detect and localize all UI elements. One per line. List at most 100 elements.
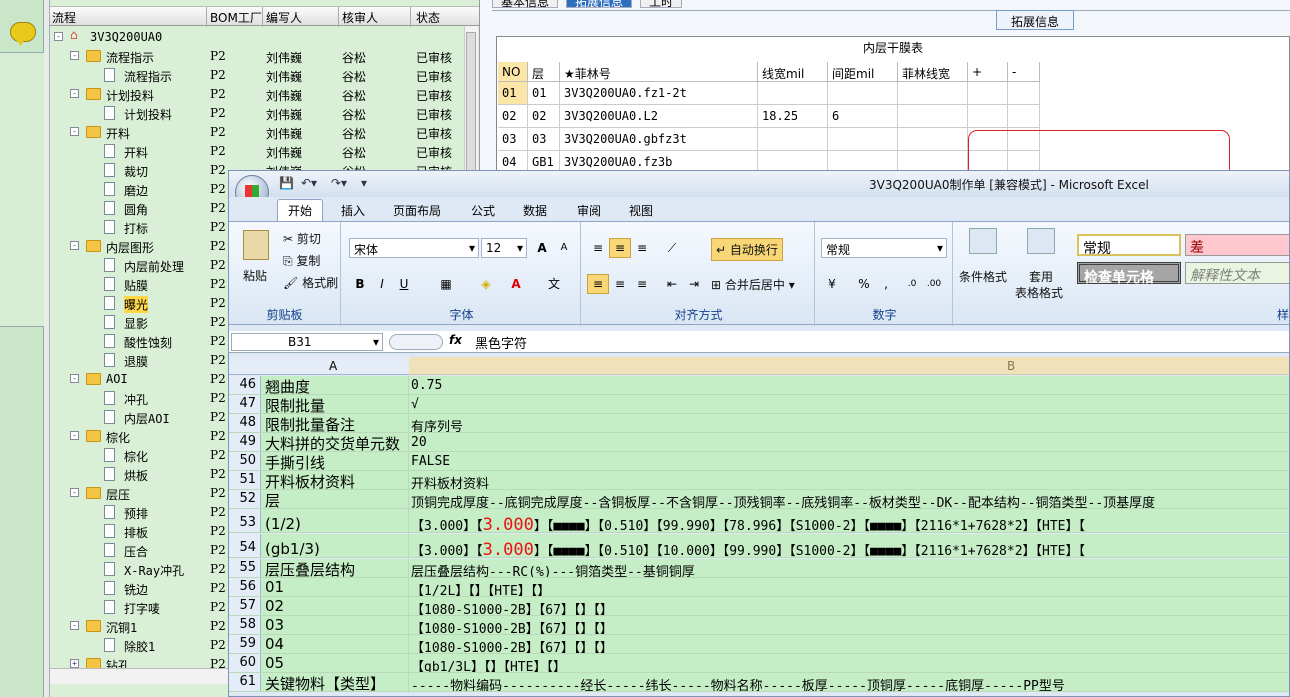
fill-color-icon[interactable]: ◈ [475,274,497,294]
tree-node-label[interactable]: 流程指示 [124,68,172,85]
cell-a[interactable]: 关键物料【类型】 [263,673,409,691]
align-right-icon[interactable]: ≡ [631,274,653,294]
dry-film-column-header[interactable]: 层 [528,62,560,82]
tree-node-label[interactable]: 磨边 [124,182,148,199]
dry-film-cell[interactable] [758,82,828,105]
row-header[interactable]: 60 [229,654,261,672]
tree-node-label[interactable]: 退膜 [124,353,148,370]
cell-b[interactable]: 【1080-S1000-2B】【67】【】【】 [411,616,613,634]
tree-node-label[interactable]: 裁切 [124,163,148,180]
dry-film-column-header[interactable]: 菲林线宽 [898,62,968,82]
header-writer[interactable]: 编写人 [266,9,302,26]
extended-info-group-button[interactable]: 拓展信息 [996,10,1074,30]
dry-film-column-header[interactable]: ★菲林号 [560,62,758,82]
phonetic-icon[interactable]: 文 [543,274,565,294]
comma-icon[interactable]: , [875,274,897,294]
ribbon-tab-data[interactable]: 数据 [523,202,547,219]
formula-input[interactable]: 黑色字符 [475,333,527,352]
orientation-icon[interactable]: ⟋ [661,238,683,258]
row-header[interactable]: 56 [229,578,261,596]
cell-a[interactable]: 04 [263,635,409,653]
redo-icon[interactable]: ↷▾ [331,176,347,190]
cell-b[interactable]: -----物料编码----------经长-----纬长-----物料名称---… [411,673,1065,691]
ribbon-tab-page-layout[interactable]: 页面布局 [393,202,441,219]
dry-film-cell[interactable]: 02 [498,105,528,128]
cell-a[interactable]: 大料拼的交货单元数 [263,433,409,451]
customize-qat-icon[interactable]: ▾ [361,176,367,190]
row-header[interactable]: 49 [229,433,261,451]
cell-a[interactable]: 层压叠层结构 [263,559,409,577]
tree-node-label[interactable]: 铣边 [124,581,148,598]
tree-node-label[interactable]: 酸性蚀刻 [124,334,172,351]
save-icon[interactable]: 💾 [279,176,294,190]
dry-film-cell[interactable] [828,128,898,151]
paste-icon[interactable] [243,230,269,260]
tree-row[interactable]: - 开料 P2 刘伟巍 谷松 已审核 [50,123,462,142]
cell-b[interactable]: 【3.000】【3.000】【■■■■】【0.510】【10.000】【99.9… [411,534,1085,557]
tree-node-label[interactable]: 计划投料 [124,106,172,123]
row-header[interactable]: 54 [229,534,261,557]
row-header[interactable]: 48 [229,414,261,432]
row-header[interactable]: 47 [229,395,261,413]
font-color-icon[interactable]: A [505,274,527,294]
style-bad[interactable]: 差 [1185,234,1289,256]
format-painter-button[interactable]: 🖌 格式刷 [283,274,338,291]
header-checker[interactable]: 核审人 [342,9,378,26]
tree-node-label[interactable]: 棕化 [106,429,130,446]
cell-a[interactable]: 02 [263,597,409,615]
dry-film-cell[interactable]: 6 [828,105,898,128]
tree-node-label[interactable]: 显影 [124,315,148,332]
cell-a[interactable]: (gb1/3) [263,534,409,557]
merge-center-button[interactable]: ⊞ 合并后居中 ▾ [711,276,795,293]
tree-node-label[interactable]: 沉铜1 [106,619,137,636]
cell-a[interactable]: 手撕引线 [263,452,409,470]
cell-a[interactable]: 03 [263,616,409,634]
tab-basic-info[interactable]: 基本信息 [492,0,559,9]
increase-decimal-icon[interactable]: .0 [901,274,923,294]
dry-film-column-header[interactable]: NO [498,62,528,82]
cell-b[interactable]: 【gb1/3L】【】【HTE】【】 [411,654,566,672]
tree-node-label[interactable]: 3V3Q200UA0 [90,30,162,44]
ribbon-tab-review[interactable]: 审阅 [577,202,601,219]
tree-node-label[interactable]: 计划投料 [106,87,154,104]
font-size-select[interactable]: 12 ▾ [481,238,527,258]
tree-node-label[interactable]: 棕化 [124,448,148,465]
style-explanatory[interactable]: 解释性文本 [1185,262,1289,284]
percent-icon[interactable]: % [853,274,875,294]
tab-extended-info[interactable]: 拓展信息 [566,0,633,9]
column-a-header[interactable]: A [329,359,337,373]
tree-node-label[interactable]: 内层图形 [106,239,154,256]
style-normal[interactable]: 常规 [1077,234,1181,257]
cell-b[interactable]: 20 [411,433,427,450]
dry-film-column-header[interactable]: - [1008,62,1040,82]
paste-button[interactable]: 粘贴 [243,267,267,284]
dry-film-cell[interactable]: 3V3Q200UA0.L2 [560,105,758,128]
shrink-font-button[interactable]: A [553,238,575,258]
row-header[interactable]: 46 [229,376,261,394]
tree-row[interactable]: 开料 P2 刘伟巍 谷松 已审核 [50,142,462,161]
cell-b[interactable]: 【1/2L】【】【HTE】【】 [411,578,550,596]
tree-node-label[interactable]: 开料 [106,125,130,142]
cell-a[interactable]: 层 [263,490,409,508]
row-header[interactable]: 55 [229,559,261,577]
dry-film-cell[interactable]: 02 [528,105,560,128]
tree-node-label[interactable]: 打标 [124,220,148,237]
tree-node-label[interactable]: 压合 [124,543,148,560]
style-check-cell[interactable]: 检查单元格 [1077,262,1181,286]
tree-node-label[interactable]: 除胶1 [124,638,155,655]
cell-b[interactable]: 开料板材资料 [411,471,489,489]
collapse-icon[interactable]: - [70,127,79,136]
tree-node-label[interactable]: 曝光 [124,296,149,313]
tree-node-label[interactable]: 烘板 [124,467,148,484]
collapse-icon[interactable]: - [70,51,79,60]
tree-node-label[interactable]: 层压 [106,486,130,503]
format-as-table-label[interactable]: 表格格式 [1015,284,1063,301]
number-format-select[interactable]: 常规 ▾ [821,238,947,258]
cell-b[interactable]: 层压叠层结构---RC(%)---铜箔类型--基铜铜厚 [411,559,695,577]
tree-row[interactable]: 计划投料 P2 刘伟巍 谷松 已审核 [50,104,462,123]
collapse-icon[interactable]: - [70,374,79,383]
cell-a[interactable]: 01 [263,578,409,596]
dry-film-cell[interactable]: 3V3Q200UA0.fz1-2t [560,82,758,105]
cell-a[interactable]: (1/2) [263,509,409,532]
row-header[interactable]: 61 [229,673,261,691]
